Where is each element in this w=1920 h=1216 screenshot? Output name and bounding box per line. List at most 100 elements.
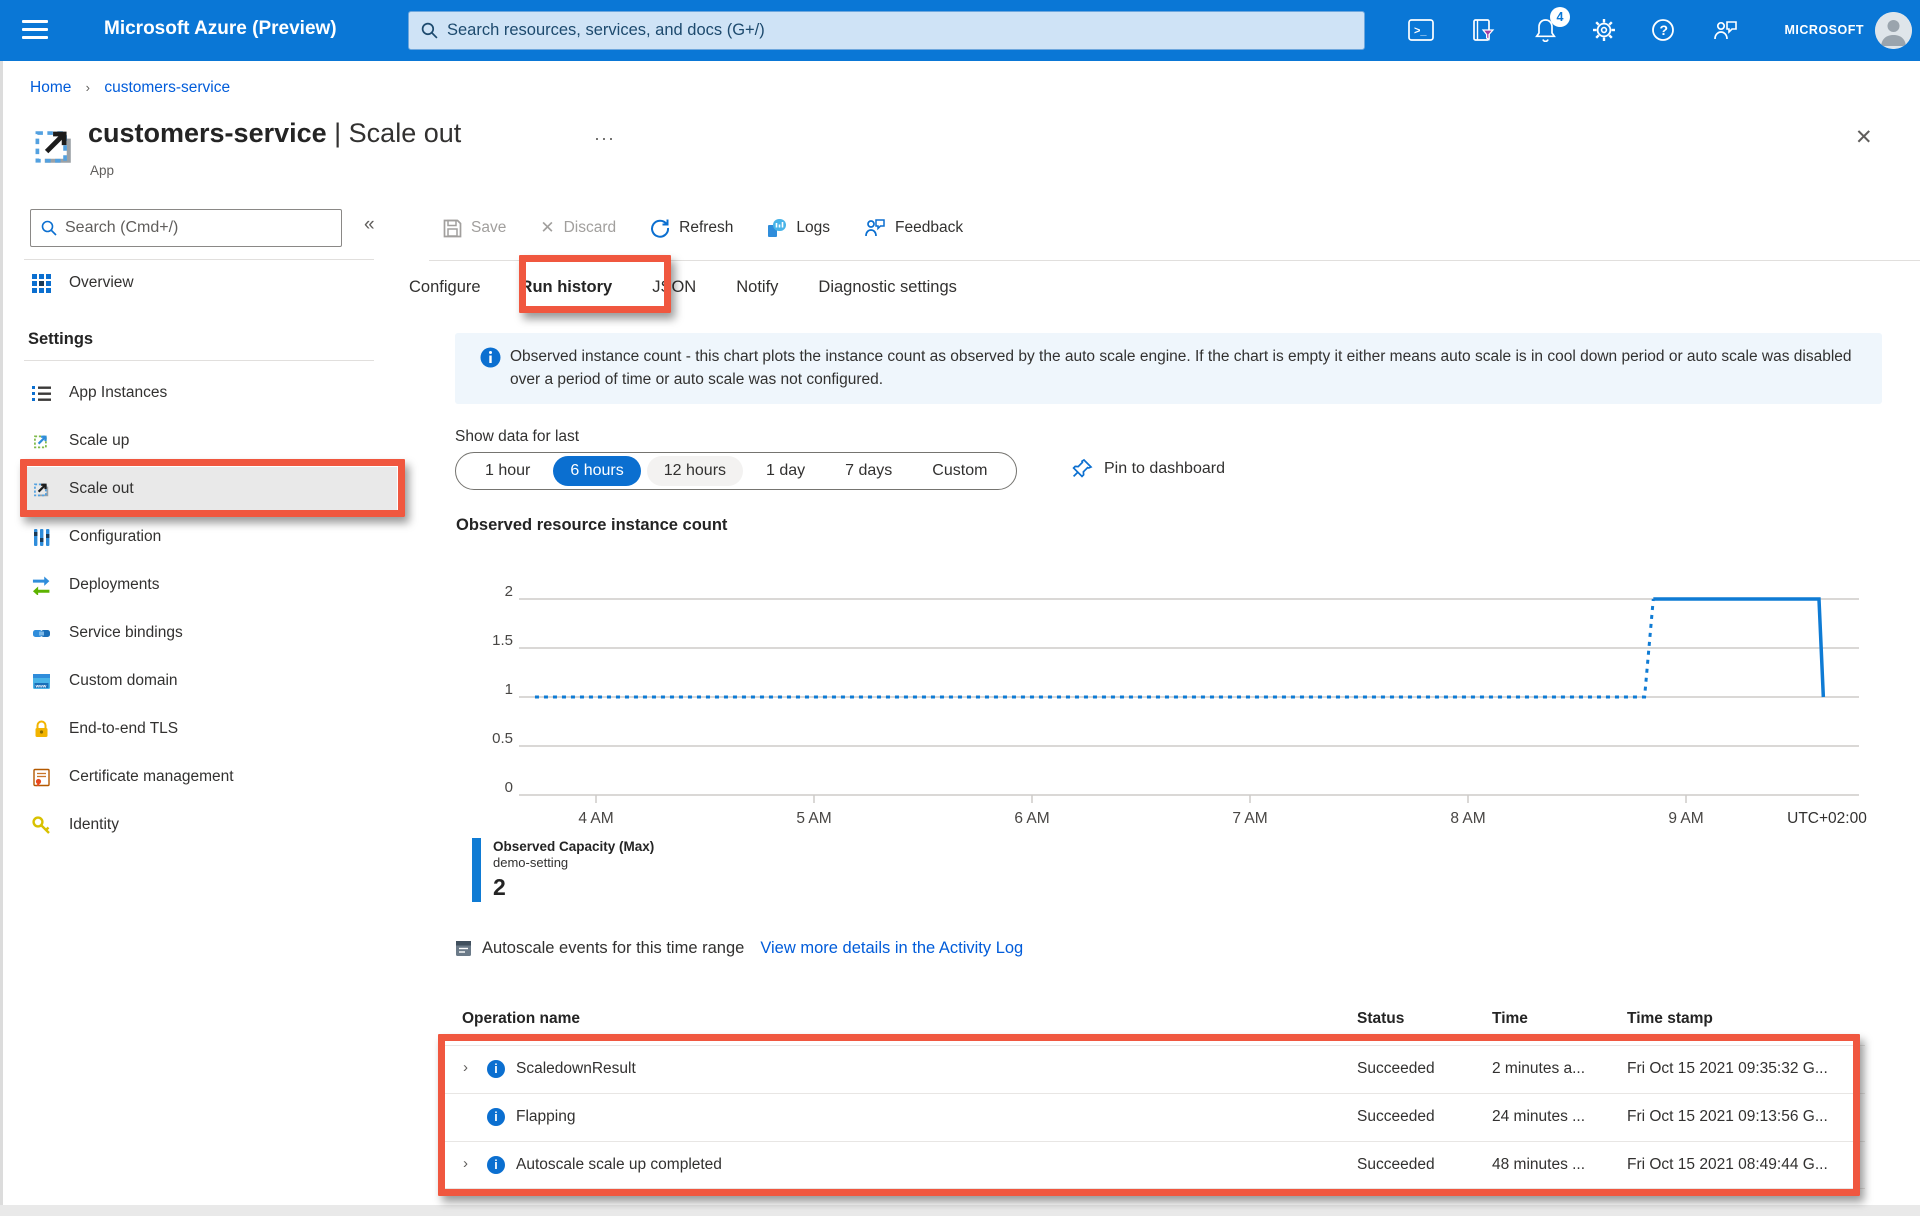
time-range-selector: 1 hour 6 hours 12 hours 1 day 7 days Cus… (455, 452, 1018, 490)
avatar[interactable] (1875, 12, 1912, 49)
tab-diagnostic-settings[interactable]: Diagnostic settings (818, 278, 957, 297)
tab-configure[interactable]: Configure (409, 278, 481, 297)
sidebar-item-label: Scale out (69, 480, 134, 497)
settings-gear-icon[interactable] (1587, 13, 1621, 47)
discard-button[interactable]: ✕ Discard (540, 218, 616, 238)
tab-json[interactable]: JSON (652, 278, 696, 297)
range-6-hours[interactable]: 6 hours (553, 456, 641, 486)
sidebar-item-scale-out[interactable]: Scale out (24, 467, 354, 511)
search-icon (421, 22, 438, 39)
legend-setting-name: demo-setting (493, 855, 569, 870)
info-banner: Observed instance count - this chart plo… (455, 333, 1882, 404)
save-label: Save (471, 219, 507, 236)
svg-text:1: 1 (505, 681, 513, 698)
sidebar-item-overview[interactable]: Overview (24, 261, 354, 305)
tab-run-history[interactable]: Run history (521, 278, 613, 297)
app-instances-list-icon (32, 384, 51, 403)
range-custom[interactable]: Custom (915, 456, 1004, 486)
top-bar: Microsoft Azure (Preview) >_ 4 ? MICROSO… (0, 0, 1920, 61)
tab-notify[interactable]: Notify (736, 278, 778, 297)
collapse-sidebar-button[interactable]: « (364, 214, 375, 236)
help-icon[interactable]: ? (1646, 13, 1680, 47)
table-row[interactable]: i Flapping Succeeded 24 minutes ... Fri … (440, 1093, 1865, 1141)
close-blade-icon[interactable]: ✕ (1855, 125, 1873, 150)
table-row[interactable]: › i ScaledownResult Succeeded 2 minutes … (440, 1045, 1865, 1093)
logs-label: Logs (796, 219, 831, 236)
sidebar-item-scale-up[interactable]: Scale up (24, 419, 354, 463)
service-bindings-handshake-icon (32, 624, 51, 643)
sidebar-item-label: Custom domain (69, 672, 178, 689)
svg-text:8 AM: 8 AM (1450, 810, 1485, 827)
global-search-box[interactable] (408, 11, 1365, 50)
col-status[interactable]: Status (1357, 1010, 1404, 1028)
account-directory-label[interactable]: MICROSOFT (1785, 23, 1865, 37)
refresh-label: Refresh (679, 219, 734, 236)
hamburger-menu-icon[interactable] (22, 20, 48, 40)
chart-title: Observed resource instance count (456, 516, 728, 534)
sidebar-item-identity[interactable]: Identity (24, 803, 354, 847)
col-time[interactable]: Time (1492, 1010, 1528, 1028)
overview-grid-icon (32, 273, 51, 293)
chart-legend[interactable]: Observed Capacity (Max) demo-setting 2 (472, 838, 654, 902)
expand-chevron-icon[interactable]: › (463, 1155, 468, 1172)
sidebar-item-label: Configuration (69, 528, 162, 545)
sidebar-item-app-instances[interactable]: App Instances (24, 371, 354, 415)
time-cell: 24 minutes ... (1492, 1108, 1586, 1125)
operation-name-cell: Flapping (516, 1108, 576, 1125)
sidebar-item-label: Identity (69, 816, 119, 833)
range-1-hour[interactable]: 1 hour (468, 456, 547, 486)
feedback-smiley-icon[interactable] (1708, 13, 1742, 47)
expand-chevron-icon[interactable]: › (463, 1059, 468, 1076)
sidebar-item-certificate-management[interactable]: Certificate management (24, 755, 354, 799)
sidebar-section-settings: Settings (28, 330, 94, 348)
feedback-icon (865, 219, 885, 237)
directory-filter-icon[interactable] (1466, 13, 1500, 47)
table-row[interactable]: › i Autoscale scale up completed Succeed… (440, 1141, 1865, 1189)
window-left-edge (0, 61, 3, 1216)
logs-button[interactable]: Logs (767, 218, 830, 238)
svg-text:1.5: 1.5 (492, 632, 513, 649)
sidebar-item-label: Service bindings (69, 624, 183, 641)
show-data-label: Show data for last (455, 428, 580, 445)
window-bottom-edge (0, 1205, 1920, 1216)
status-cell: Succeeded (1357, 1060, 1435, 1077)
status-cell: Succeeded (1357, 1108, 1435, 1125)
notifications-bell-icon[interactable]: 4 (1528, 7, 1570, 47)
logs-icon (768, 219, 787, 237)
sidebar-item-service-bindings[interactable]: Service bindings (24, 611, 354, 655)
save-button[interactable]: Save (443, 219, 506, 238)
refresh-icon (651, 219, 670, 238)
pin-to-dashboard-button[interactable]: Pin to dashboard (1072, 458, 1225, 479)
range-12-hours[interactable]: 12 hours (646, 456, 744, 486)
col-time-stamp[interactable]: Time stamp (1627, 1010, 1713, 1028)
feedback-label: Feedback (895, 219, 964, 236)
sidebar-search-input[interactable] (65, 219, 315, 237)
sidebar-divider (24, 360, 374, 361)
sidebar-item-custom-domain[interactable]: www Custom domain (24, 659, 354, 703)
azure-brand-title[interactable]: Microsoft Azure (Preview) (104, 18, 337, 40)
activity-log-link[interactable]: View more details in the Activity Log (760, 939, 1023, 958)
svg-text:2: 2 (505, 583, 513, 600)
breadcrumb-home-link[interactable]: Home (30, 79, 71, 96)
time-cell: 2 minutes a... (1492, 1060, 1586, 1077)
sidebar-divider (24, 259, 374, 260)
more-actions-ellipsis-icon[interactable]: ··· (594, 128, 615, 149)
svg-text:4 AM: 4 AM (578, 810, 613, 827)
feedback-button[interactable]: Feedback (864, 218, 963, 238)
banner-text: Observed instance count - this chart plo… (510, 348, 1852, 388)
sidebar-item-deployments[interactable]: Deployments (24, 563, 354, 607)
command-bar: Save ✕ Discard Refresh Logs Feedback (443, 209, 963, 247)
global-search-input[interactable] (447, 21, 1317, 40)
range-7-days[interactable]: 7 days (828, 456, 909, 486)
sidebar-item-configuration[interactable]: Configuration (24, 515, 354, 559)
discard-label: Discard (563, 219, 617, 236)
svg-text:9 AM: 9 AM (1668, 810, 1703, 827)
refresh-button[interactable]: Refresh (650, 218, 733, 238)
svg-text:7 AM: 7 AM (1232, 810, 1267, 827)
range-1-day[interactable]: 1 day (749, 456, 822, 486)
sidebar-item-end-to-end-tls[interactable]: End-to-end TLS (24, 707, 354, 751)
sidebar-search-box[interactable] (30, 209, 342, 247)
col-operation-name[interactable]: Operation name (462, 1010, 580, 1028)
cloud-shell-icon[interactable]: >_ (1404, 13, 1438, 47)
breadcrumb-current-link[interactable]: customers-service (104, 79, 230, 96)
